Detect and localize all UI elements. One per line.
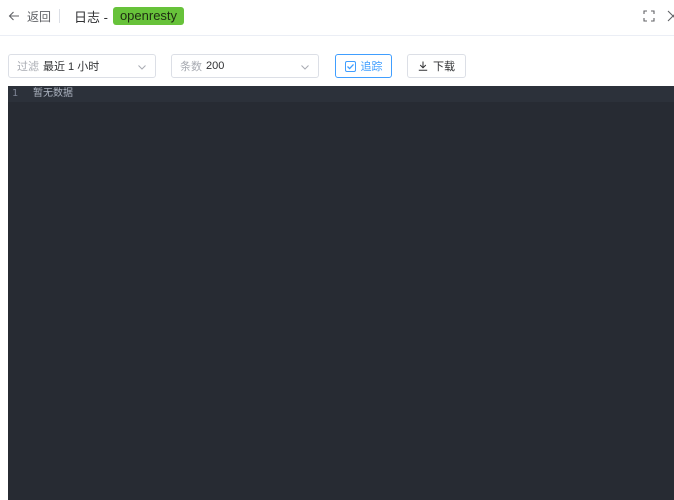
log-editor[interactable]: 1 暂无数据 (8, 86, 674, 500)
time-filter-prefix: 过滤 (17, 61, 39, 73)
app-name-tag: openresty (112, 7, 185, 25)
line-count-select[interactable]: 条数 200 (171, 54, 319, 78)
time-filter-select[interactable]: 过滤 最近 1 小时 (8, 54, 156, 78)
chevron-down-icon (301, 65, 309, 70)
chevron-down-icon (138, 65, 146, 70)
fullscreen-button[interactable] (643, 9, 655, 22)
time-filter-value: 最近 1 小时 (43, 61, 100, 73)
log-viewer: 返回 日志 - openresty 过滤 最近 1 小时 条数 200 追踪 下… (0, 0, 674, 500)
line-count-prefix: 条数 (180, 61, 202, 73)
checkbox-checked-icon (344, 60, 356, 72)
line-count-value: 200 (206, 60, 225, 72)
header-divider (59, 9, 60, 23)
log-line: 1 暂无数据 (8, 86, 674, 102)
arrow-left-icon (8, 11, 19, 21)
close-icon (667, 10, 674, 22)
track-label: 追踪 (360, 61, 383, 73)
header-bar: 返回 日志 - openresty (0, 0, 674, 36)
download-button[interactable]: 下载 (407, 54, 466, 78)
fullscreen-icon (643, 10, 655, 22)
back-label: 返回 (27, 9, 52, 24)
close-button[interactable] (667, 9, 674, 22)
page-title-text: 日志 - (74, 9, 108, 25)
download-icon (418, 61, 428, 71)
page-title: 日志 - openresty (74, 7, 185, 25)
log-line-text: 暂无数据 (33, 88, 73, 99)
track-toggle-button[interactable]: 追踪 (335, 54, 392, 78)
download-label: 下载 (433, 61, 455, 73)
line-number: 1 (12, 88, 19, 99)
back-button[interactable]: 返回 (8, 8, 51, 24)
